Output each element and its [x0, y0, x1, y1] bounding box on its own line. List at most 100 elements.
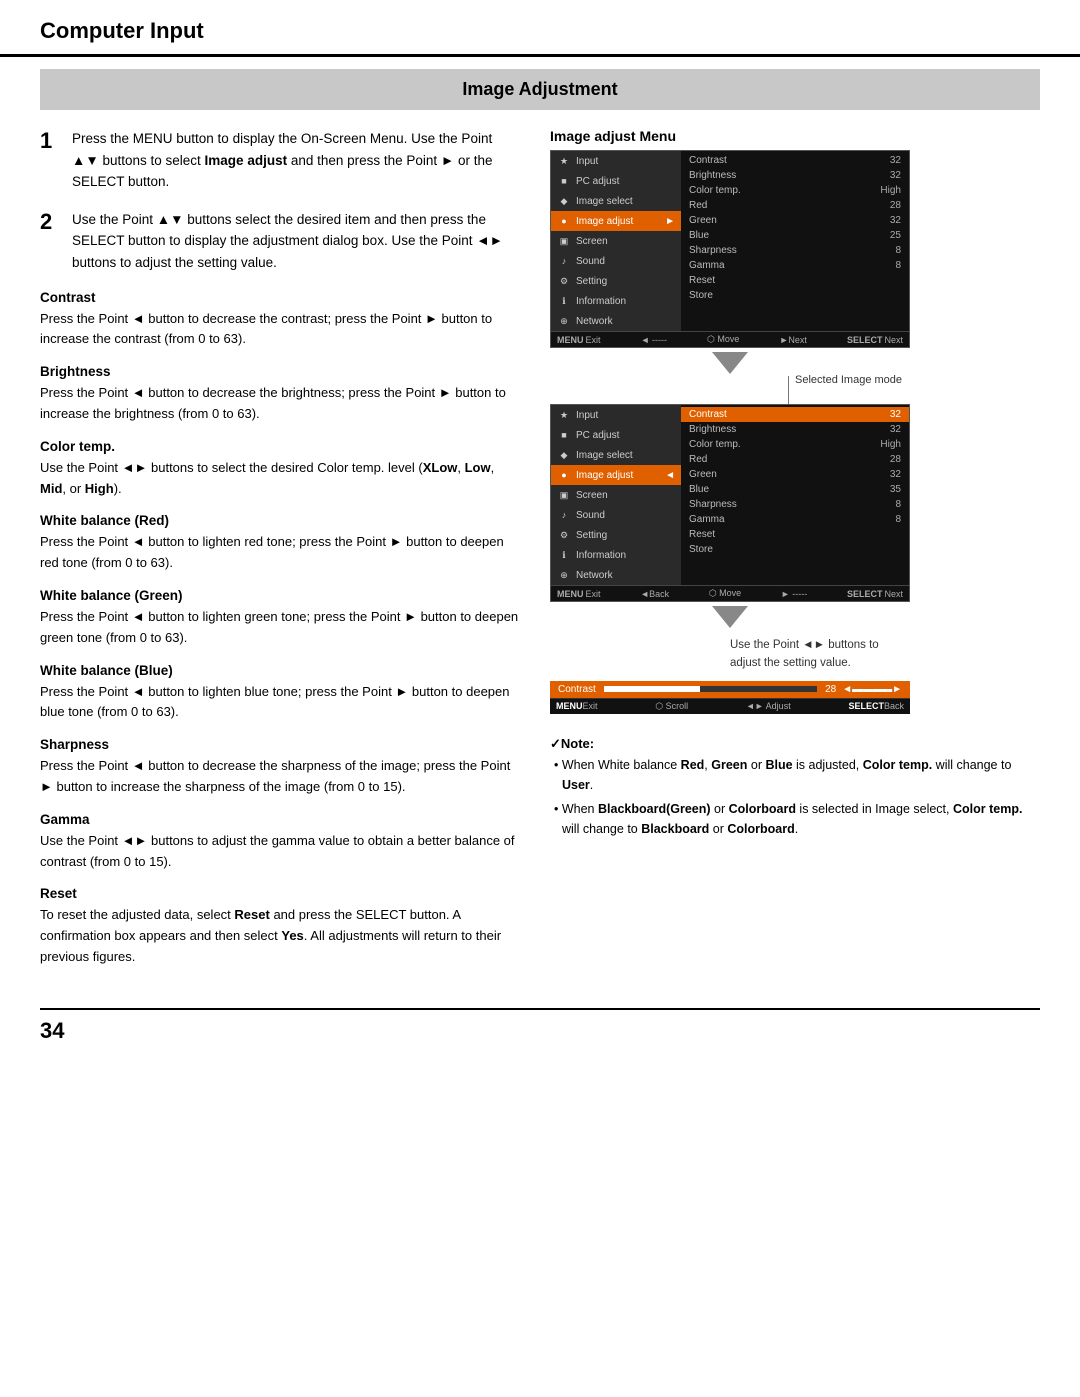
contrast-bar-widget: Contrast 28 ◄▬▬▬▬► [550, 681, 910, 698]
network-icon-2: ⊕ [557, 568, 571, 582]
menu2-row-brightness: Brightness32 [681, 422, 909, 437]
proj-menu-1-footer: MENUExit ◄ ----- ⬡ Move ►Next SELECTNext [551, 331, 909, 347]
step-text-2: Use the Point ▲▼ buttons select the desi… [72, 209, 520, 274]
sidebar-network: ⊕ Network [551, 311, 681, 331]
sidebar-pc-adjust: ■ PC adjust [551, 171, 681, 191]
note-title: ✓Note: [550, 734, 1040, 755]
sidebar2-network: ⊕ Network [551, 565, 681, 585]
sidebar-setting: ⚙ Setting [551, 271, 681, 291]
colortemp-section: Color temp. Use the Point ◄► buttons to … [40, 439, 520, 500]
arrow-down-icon-2 [712, 606, 748, 628]
page-number: 34 [40, 1018, 64, 1043]
image-select-icon-2: ◆ [557, 448, 571, 462]
note-item-2: When Blackboard(Green) or Colorboard is … [554, 799, 1040, 839]
note-list: When White balance Red, Green or Blue is… [550, 755, 1040, 839]
menu1-row-blue: Blue25 [681, 228, 909, 243]
proj-menu-2-sidebar: ★ Input ■ PC adjust ◆ Image select ● Ima… [551, 405, 681, 585]
sharpness-section: Sharpness Press the Point ◄ button to de… [40, 737, 520, 798]
section-title-bar: Image Adjustment [40, 69, 1040, 110]
setting-value-note: Use the Point ◄► buttons to adjust the s… [730, 636, 910, 673]
information-icon-2: ℹ [557, 548, 571, 562]
sidebar-image-select: ◆ Image select [551, 191, 681, 211]
menu1-row-reset: Reset [681, 273, 909, 288]
contrast-bar-footer: MENUExit ⬡ Scroll ◄► Adjust SELECTBack [550, 698, 910, 714]
arrow-2 [550, 606, 910, 628]
wb-red-heading: White balance (Red) [40, 513, 520, 528]
menu1-row-contrast: Contrast32 [681, 153, 909, 168]
sidebar-screen: ▣ Screen [551, 231, 681, 251]
pc-adjust-icon-2: ■ [557, 428, 571, 442]
selected-mode-label: Selected Image mode [795, 374, 902, 386]
menu2-row-reset: Reset [681, 527, 909, 542]
sidebar2-image-select: ◆ Image select [551, 445, 681, 465]
contrast-bar [604, 686, 817, 692]
screen-icon-2: ▣ [557, 488, 571, 502]
reset-heading: Reset [40, 886, 520, 901]
gamma-section: Gamma Use the Point ◄► buttons to adjust… [40, 812, 520, 873]
sidebar-image-adjust: ● Image adjust ► [551, 211, 681, 231]
menu1-row-green: Green32 [681, 213, 909, 228]
information-icon: ℹ [557, 294, 571, 308]
sidebar2-sound: ♪ Sound [551, 505, 681, 525]
proj-menu-1-sidebar: ★ Input ■ PC adjust ◆ Image select ● Ima… [551, 151, 681, 331]
setting-icon-2: ⚙ [557, 528, 571, 542]
note-box: ✓Note: When White balance Red, Green or … [550, 734, 1040, 839]
input-icon: ★ [557, 154, 571, 168]
menu2-row-contrast: Contrast32 [681, 407, 909, 422]
image-adjust-icon: ● [557, 214, 571, 228]
sidebar2-setting: ⚙ Setting [551, 525, 681, 545]
colortemp-body: Use the Point ◄► buttons to select the d… [40, 458, 520, 500]
image-adjust-icon-2: ● [557, 468, 571, 482]
page-header: Computer Input [0, 0, 1080, 57]
main-content: 1 Press the MENU button to display the O… [0, 110, 1080, 988]
brightness-heading: Brightness [40, 364, 520, 379]
step-1: 1 Press the MENU button to display the O… [40, 128, 520, 193]
brightness-section: Brightness Press the Point ◄ button to d… [40, 364, 520, 425]
menu1-row-store: Store [681, 288, 909, 303]
menu2-row-gamma: Gamma8 [681, 512, 909, 527]
sound-icon-2: ♪ [557, 508, 571, 522]
menu2-row-sharpness: Sharpness8 [681, 497, 909, 512]
wb-green-body: Press the Point ◄ button to lighten gree… [40, 607, 520, 649]
wb-red-section: White balance (Red) Press the Point ◄ bu… [40, 513, 520, 574]
sidebar2-screen: ▣ Screen [551, 485, 681, 505]
sidebar-sound: ♪ Sound [551, 251, 681, 271]
left-column: 1 Press the MENU button to display the O… [40, 128, 520, 970]
right-column: Image adjust Menu ★ Input ■ PC adjust ◆ … [550, 128, 1040, 970]
step-number-1: 1 [40, 128, 62, 193]
colortemp-heading: Color temp. [40, 439, 520, 454]
reset-section: Reset To reset the adjusted data, select… [40, 886, 520, 967]
step-2: 2 Use the Point ▲▼ buttons select the de… [40, 209, 520, 274]
proj-menu-1: ★ Input ■ PC adjust ◆ Image select ● Ima… [550, 150, 910, 348]
menu2-row-green: Green32 [681, 467, 909, 482]
wb-blue-body: Press the Point ◄ button to lighten blue… [40, 682, 520, 724]
setting-icon: ⚙ [557, 274, 571, 288]
step-text-1: Press the MENU button to display the On-… [72, 128, 520, 193]
sidebar2-pc-adjust: ■ PC adjust [551, 425, 681, 445]
step-number-2: 2 [40, 209, 62, 274]
wb-green-heading: White balance (Green) [40, 588, 520, 603]
sidebar-information: ℹ Information [551, 291, 681, 311]
sidebar-input: ★ Input [551, 151, 681, 171]
menu1-row-brightness: Brightness32 [681, 168, 909, 183]
note-item-1: When White balance Red, Green or Blue is… [554, 755, 1040, 795]
sharpness-body: Press the Point ◄ button to decrease the… [40, 756, 520, 798]
gamma-heading: Gamma [40, 812, 520, 827]
contrast-bar-value: 28 [825, 684, 836, 695]
arrow-down-icon-1 [712, 352, 748, 374]
sharpness-heading: Sharpness [40, 737, 520, 752]
menu2-row-colortemp: Color temp.High [681, 437, 909, 452]
menu-label: Image adjust Menu [550, 128, 1040, 144]
contrast-bar-label: Contrast [558, 684, 596, 695]
menu1-row-red: Red28 [681, 198, 909, 213]
contrast-body: Press the Point ◄ button to decrease the… [40, 309, 520, 351]
page-title: Computer Input [40, 18, 204, 43]
menu1-row-colortemp: Color temp.High [681, 183, 909, 198]
wb-blue-heading: White balance (Blue) [40, 663, 520, 678]
menu2-row-blue: Blue35 [681, 482, 909, 497]
wb-green-section: White balance (Green) Press the Point ◄ … [40, 588, 520, 649]
contrast-heading: Contrast [40, 290, 520, 305]
wb-blue-section: White balance (Blue) Press the Point ◄ b… [40, 663, 520, 724]
page-footer: 34 [40, 1008, 1040, 1052]
contrast-section: Contrast Press the Point ◄ button to dec… [40, 290, 520, 351]
